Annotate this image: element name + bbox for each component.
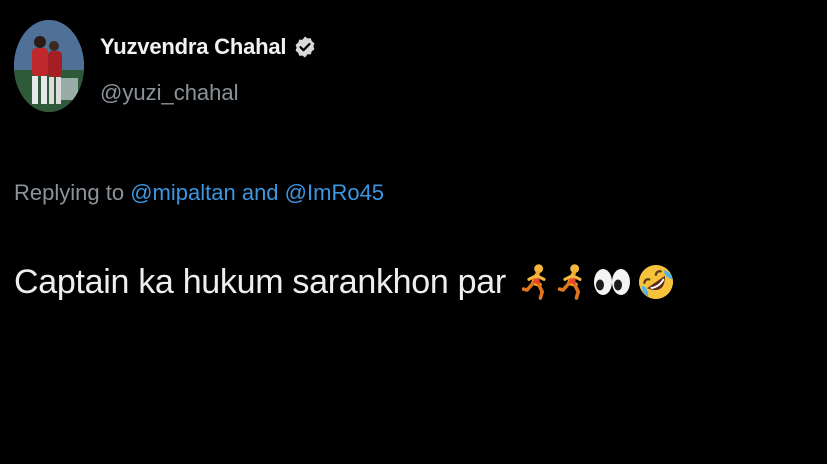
emoji-group	[520, 262, 676, 302]
mention-conjunction: and	[241, 180, 279, 205]
verified-badge-icon	[293, 35, 317, 59]
replying-to-line: Replying to @mipaltan and @ImRo45	[14, 180, 384, 206]
avatar-image	[14, 20, 84, 112]
rolling-on-floor-laughing-emoji	[636, 262, 676, 302]
mention-link-mipaltan[interactable]: @mipaltan	[130, 180, 236, 205]
avatar[interactable]	[14, 20, 84, 112]
replying-to-label: Replying to	[14, 180, 125, 205]
tweet-text: Captain ka hukum sarankhon par	[14, 262, 506, 301]
tweet-card: Yuzvendra Chahal @yuzi_chahal Replying t…	[0, 0, 827, 464]
person-running-emoji	[520, 262, 552, 302]
author-display-name[interactable]: Yuzvendra Chahal	[100, 34, 287, 60]
tweet-body: Captain ka hukum sarankhon par	[14, 254, 676, 310]
eyes-emoji	[592, 266, 632, 298]
author-handle[interactable]: @yuzi_chahal	[100, 80, 239, 106]
mention-link-imro45[interactable]: @ImRo45	[285, 180, 384, 205]
person-running-emoji	[556, 262, 588, 302]
author-name-row: Yuzvendra Chahal	[100, 30, 317, 64]
